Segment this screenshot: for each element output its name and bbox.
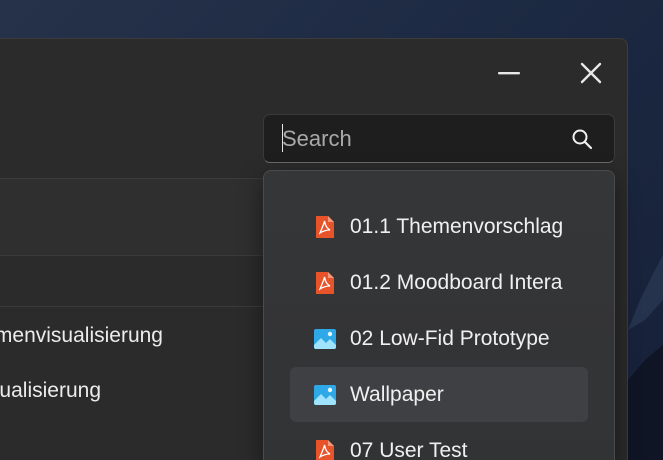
list-item[interactable]: Wallpaperavisualisierung bbox=[0, 379, 101, 407]
list-item-label: 01.1 Themenvisualisierung bbox=[0, 324, 163, 347]
image-icon bbox=[314, 385, 336, 405]
search-input[interactable] bbox=[282, 123, 562, 155]
list-header bbox=[0, 178, 264, 255]
suggestion-item[interactable]: 01.1 Themenvorschlag bbox=[290, 199, 588, 254]
search-suggestions: 01.1 Themenvorschlag 01.2 Moodboard Inte… bbox=[263, 170, 615, 460]
suggestion-item[interactable]: 07 User Test bbox=[290, 423, 588, 460]
search-button[interactable] bbox=[560, 124, 604, 154]
divider bbox=[0, 255, 264, 256]
suggestion-label: 02 Low-Fid Prototype bbox=[350, 327, 550, 350]
close-icon bbox=[580, 62, 602, 84]
suggestion-label: Wallpaper bbox=[350, 383, 444, 406]
divider bbox=[0, 178, 264, 179]
minimize-icon bbox=[498, 72, 520, 75]
list-item-label: Wallpaperavisualisierung bbox=[0, 379, 101, 402]
pdf-icon bbox=[316, 216, 334, 238]
list-item[interactable]: 01.1 Themenvisualisierung bbox=[0, 324, 163, 352]
suggestion-item[interactable]: 02 Low-Fid Prototype bbox=[290, 311, 588, 366]
suggestion-label: 01.1 Themenvorschlag bbox=[350, 215, 563, 238]
suggestion-item-selected[interactable]: Wallpaper bbox=[290, 367, 588, 422]
search-icon bbox=[572, 129, 593, 150]
pdf-icon bbox=[316, 272, 334, 294]
divider bbox=[0, 306, 264, 307]
minimize-button[interactable] bbox=[489, 55, 529, 91]
suggestion-label: 01.2 Moodboard Interaktion bbox=[350, 271, 563, 294]
pdf-icon bbox=[316, 440, 334, 460]
text-caret bbox=[282, 124, 283, 152]
suggestion-item[interactable]: 01.2 Moodboard Interaktion bbox=[290, 255, 588, 310]
close-button[interactable] bbox=[571, 55, 611, 91]
image-icon bbox=[314, 329, 336, 349]
title-bar bbox=[0, 39, 627, 109]
suggestion-label: 07 User Test bbox=[350, 439, 468, 460]
